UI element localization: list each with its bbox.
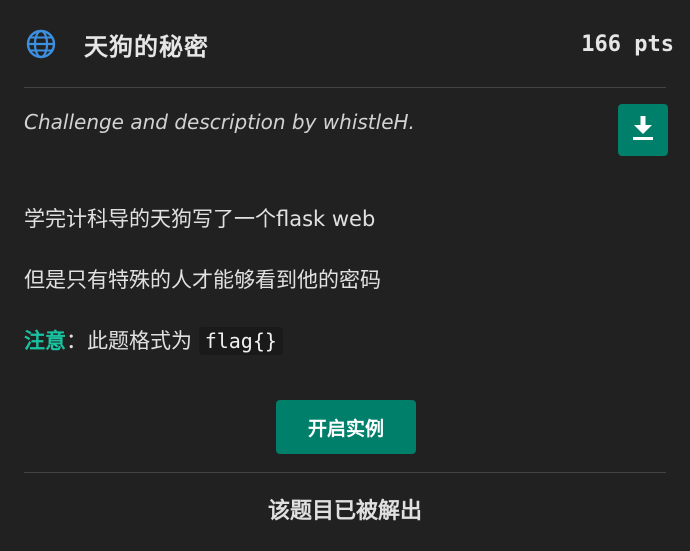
solved-status: 该题目已被解出 [267,499,422,524]
footer-divider [24,472,666,473]
header-divider [24,87,666,88]
description-credit: Challenge and description by whistleH. [24,110,415,134]
note-separator: ： [66,329,87,353]
challenge-title: 天狗的秘密 [84,32,209,61]
challenge-points: 166 pts [581,31,674,57]
start-instance-button[interactable]: 开启实例 [276,400,416,454]
download-icon [631,115,655,145]
download-button[interactable] [618,104,668,156]
note-label: 注意 [24,329,66,353]
challenge-text-line-2: 但是只有特殊的人才能够看到他的密码 [24,268,381,292]
challenge-note: 注意：此题格式为 flag{} [24,325,283,355]
note-text: 此题格式为 [87,329,192,353]
challenge-text-line-1: 学完计科导的天狗写了一个flask web [24,207,376,231]
challenge-header: 天狗的秘密 166 pts [24,22,674,66]
globe-icon [24,27,58,61]
flag-format-code: flag{} [198,327,283,355]
